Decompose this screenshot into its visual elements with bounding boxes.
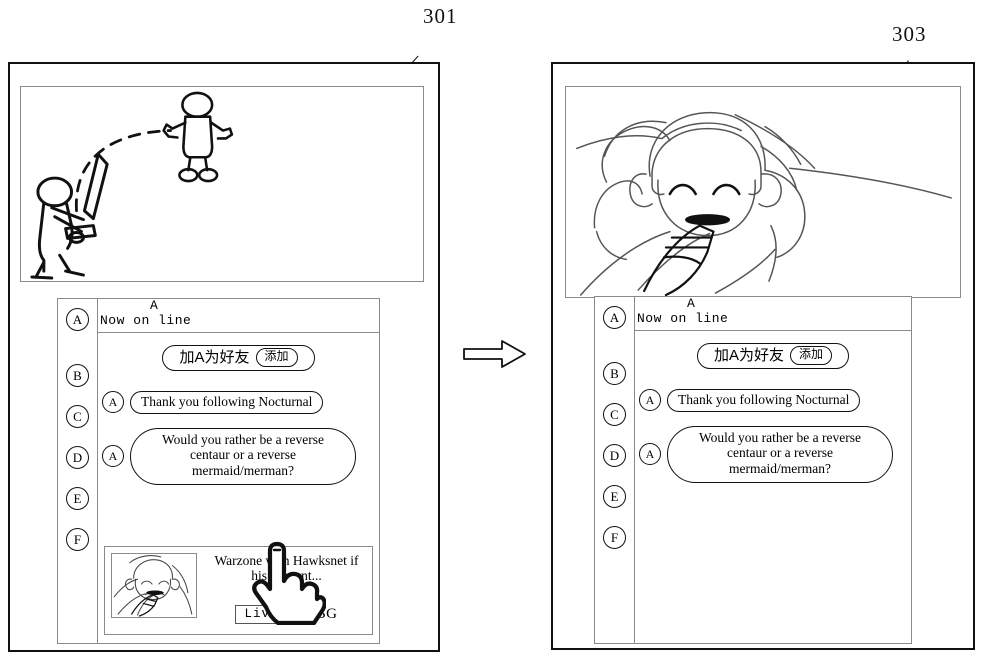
left-chat-header: A Now on line [98, 299, 379, 333]
add-friend-text: 加A为好友 [713, 346, 784, 364]
right-chat-panel: A B C D E F A Now on line 加A为好友 添加 A Tha… [594, 296, 912, 644]
message-bubble: Would you rather be a reverse centaur or… [130, 427, 356, 486]
left-chat-sidebar: A B C D E F [58, 299, 98, 643]
sidebar-avatar-b[interactable]: B [66, 364, 89, 387]
sidebar-avatar-a[interactable]: A [66, 308, 89, 331]
add-friend-pill[interactable]: 加A为好友 添加 [696, 343, 850, 369]
left-chat-panel: A B C D E F A Now on line 加A为好友 添加 A Tha… [57, 298, 380, 644]
game-scene-illustration [30, 91, 234, 280]
add-friend-text: 加A为好友 [179, 348, 250, 366]
add-friend-pill[interactable]: 加A为好友 添加 [162, 345, 315, 371]
stream-card-details: Warzone with Hawksnet if his interent...… [207, 553, 366, 628]
online-status-text: Now on line [637, 311, 729, 326]
chat-message-row: A Thank you following Nocturnal [98, 390, 379, 414]
game-tag: PUBG [295, 606, 338, 622]
patent-figure-page: 301 303 302 [0, 0, 1000, 661]
streamer-thumbnail-illustration [113, 555, 193, 617]
stream-title: Warzone with Hawksnet if his interent... [214, 553, 359, 584]
left-chat-main: A Now on line 加A为好友 添加 A Thank you follo… [98, 299, 379, 643]
sidebar-avatar-b[interactable]: B [603, 362, 626, 385]
stream-recommendation-card[interactable]: Warzone with Hawksnet if his interent...… [104, 546, 373, 635]
message-bubble: Would you rather be a reverse centaur or… [667, 425, 893, 484]
chat-message-row: A Would you rather be a reverse centaur … [98, 427, 379, 486]
sidebar-avatar-f[interactable]: F [66, 528, 89, 551]
live-badge[interactable]: Live [235, 605, 288, 624]
sidebar-avatar-a[interactable]: A [603, 306, 626, 329]
left-device-frame: A B C D E F A Now on line 加A为好友 添加 A Tha… [8, 62, 440, 652]
online-status-text: Now on line [100, 313, 192, 328]
add-friend-button[interactable]: 添加 [255, 348, 298, 367]
sidebar-avatar-e[interactable]: E [66, 487, 89, 510]
message-avatar[interactable]: A [639, 389, 661, 412]
sidebar-avatar-e[interactable]: E [603, 485, 626, 508]
right-chat-sidebar: A B C D E F [595, 297, 635, 643]
stream-thumbnail [111, 553, 197, 618]
right-device-frame: A B C D E F A Now on line 加A为好友 添加 A Tha… [551, 62, 975, 650]
right-streamer-video[interactable] [565, 86, 961, 298]
right-chat-header: A Now on line [635, 297, 911, 331]
message-bubble: Thank you following Nocturnal [130, 390, 324, 414]
right-add-friend-row: 加A为好友 添加 [635, 343, 911, 369]
add-friend-button[interactable]: 添加 [790, 346, 833, 365]
stream-card-meta: Live PUBG [207, 605, 366, 624]
left-chat-body: 加A为好友 添加 A Thank you following Nocturnal… [98, 333, 379, 643]
streamer-handle: A [150, 298, 158, 313]
sidebar-avatar-c[interactable]: C [66, 405, 89, 428]
streamer-handle: A [687, 296, 695, 311]
left-game-stage[interactable] [20, 86, 424, 282]
streamer-video-illustration [576, 112, 952, 297]
message-avatar[interactable]: A [639, 443, 661, 466]
chat-message-row: A Thank you following Nocturnal [635, 388, 911, 412]
message-avatar[interactable]: A [102, 445, 124, 468]
right-chat-main: A Now on line 加A为好友 添加 A Thank you follo… [635, 297, 911, 643]
sidebar-avatar-f[interactable]: F [603, 526, 626, 549]
reference-numeral-303: 303 [892, 22, 927, 46]
chat-message-row: A Would you rather be a reverse centaur … [635, 425, 911, 484]
left-add-friend-row: 加A为好友 添加 [98, 345, 379, 371]
message-avatar[interactable]: A [102, 391, 124, 414]
right-chat-body: 加A为好友 添加 A Thank you following Nocturnal… [635, 331, 911, 643]
sidebar-avatar-c[interactable]: C [603, 403, 626, 426]
sidebar-avatar-d[interactable]: D [603, 444, 626, 467]
right-arrow-icon [463, 340, 526, 368]
reference-numeral-301: 301 [423, 4, 458, 28]
transition-arrow [462, 338, 528, 370]
sidebar-avatar-d[interactable]: D [66, 446, 89, 469]
message-bubble: Thank you following Nocturnal [667, 388, 861, 412]
